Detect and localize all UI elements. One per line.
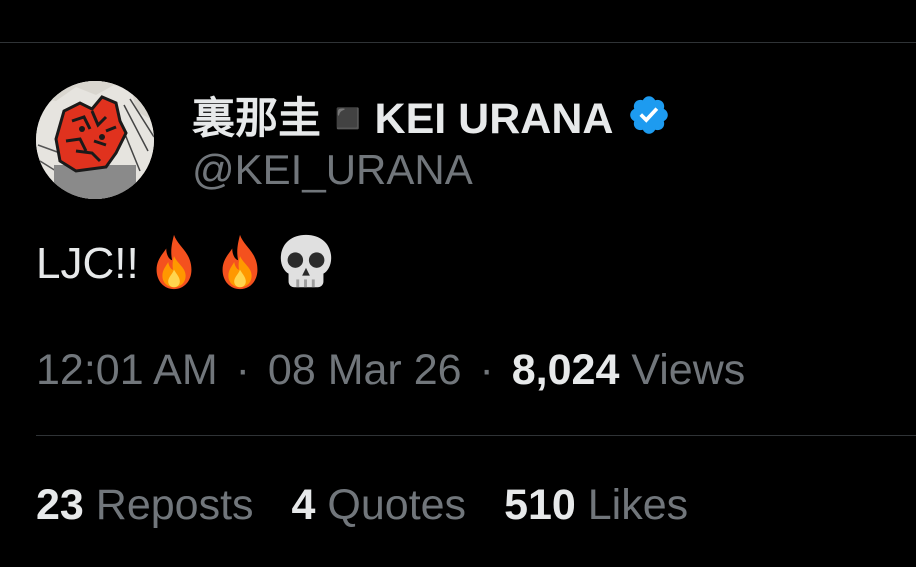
manga-red-hand-avatar-icon bbox=[36, 81, 154, 199]
avatar[interactable] bbox=[36, 81, 154, 199]
likes-label: Likes bbox=[587, 481, 689, 529]
stats-divider bbox=[36, 435, 916, 436]
fire-emoji-icon bbox=[143, 231, 205, 293]
quotes-label: Quotes bbox=[327, 481, 467, 529]
tweet-text: LJC!! bbox=[36, 239, 139, 288]
meta-separator: · bbox=[479, 346, 494, 394]
likes-count: 510 bbox=[504, 481, 576, 529]
reposts-stat[interactable]: 23 Reposts bbox=[36, 475, 254, 535]
tweet-header: 裏那圭◾️KEI URANA @KEI_URANA bbox=[36, 78, 671, 202]
meta-separator: · bbox=[235, 346, 250, 394]
display-name[interactable]: 裏那圭◾️KEI URANA bbox=[192, 84, 613, 146]
verified-badge-icon[interactable] bbox=[627, 93, 671, 137]
reposts-label: Reposts bbox=[95, 481, 254, 529]
tweet-date[interactable]: 08 Mar 26 bbox=[268, 346, 462, 394]
tweet-time[interactable]: 12:01 AM bbox=[36, 346, 218, 394]
quotes-count: 4 bbox=[291, 481, 316, 529]
user-handle[interactable]: @KEI_URANA bbox=[192, 146, 671, 194]
skull-emoji-icon bbox=[275, 231, 337, 293]
reposts-count: 23 bbox=[36, 481, 84, 529]
fire-emoji-icon bbox=[209, 231, 271, 293]
name-row: 裏那圭◾️KEI URANA bbox=[192, 86, 671, 144]
views-label: Views bbox=[631, 346, 746, 394]
top-divider bbox=[0, 42, 916, 43]
author-identity: 裏那圭◾️KEI URANA @KEI_URANA bbox=[192, 86, 671, 194]
quotes-stat[interactable]: 4 Quotes bbox=[292, 475, 467, 535]
engagement-stats: 23 Reposts 4 Quotes 510 Likes bbox=[36, 475, 726, 535]
tweet-body: LJC!! bbox=[36, 234, 337, 294]
views-count: 8,024 bbox=[511, 346, 620, 394]
likes-stat[interactable]: 510 Likes bbox=[504, 475, 688, 535]
tweet-meta: 12:01 AM · 08 Mar 26 · 8,024 Views bbox=[36, 340, 745, 400]
